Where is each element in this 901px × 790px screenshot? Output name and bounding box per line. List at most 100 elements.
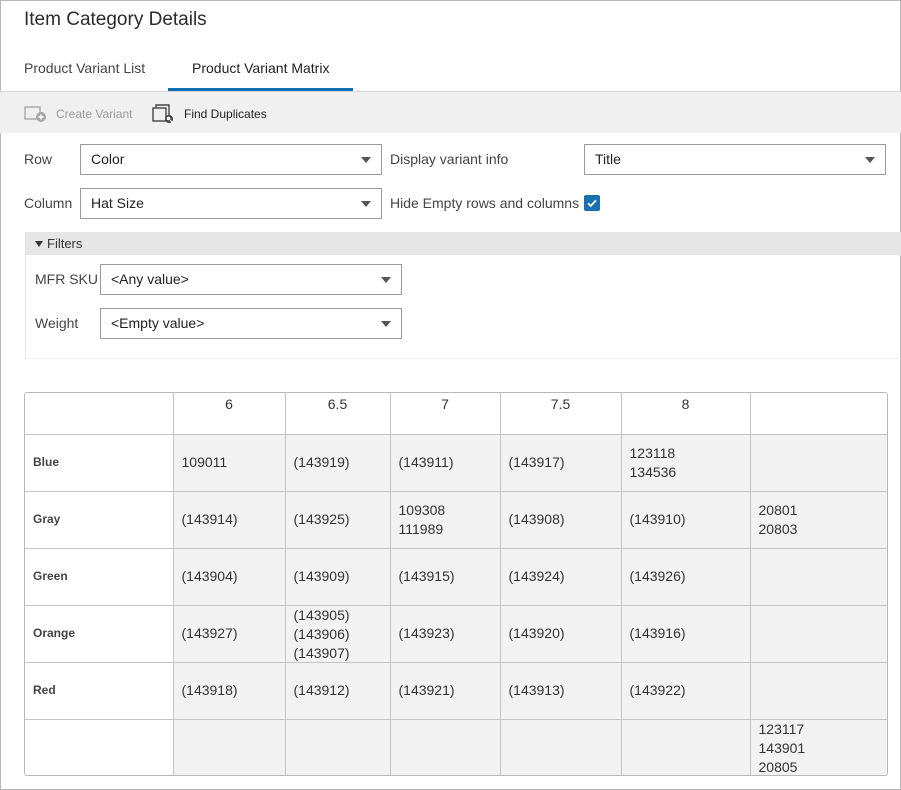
matrix-cell[interactable]: 123117 143901 20805 (749, 718, 888, 775)
matrix-cell[interactable]: (143925) (284, 490, 391, 549)
chevron-down-icon (865, 157, 875, 163)
matrix-row-label: Gray (25, 490, 174, 549)
matrix-cell[interactable] (389, 718, 501, 775)
variant-id[interactable]: (143908) (509, 510, 621, 529)
variant-id[interactable]: 143901 (759, 739, 888, 758)
checkmark-icon (587, 199, 597, 208)
variant-id[interactable]: (143911) (399, 453, 500, 472)
matrix-cell[interactable] (172, 718, 286, 775)
matrix-cell[interactable]: (143920) (499, 604, 622, 663)
matrix-row: Green (143904) (143909) (143915) (143924) (14… (25, 547, 887, 606)
variant-id[interactable]: 109308 (399, 501, 500, 520)
matrix-cell[interactable]: (143927) (172, 604, 286, 663)
matrix-cell[interactable]: (143914) (172, 490, 286, 549)
variant-id[interactable]: 111989 (399, 520, 500, 539)
matrix-cell[interactable] (749, 547, 887, 606)
variant-id[interactable]: (143925) (294, 510, 390, 529)
variant-id[interactable]: 20803 (759, 520, 888, 539)
variant-id[interactable]: (143914) (182, 510, 285, 529)
matrix-cell[interactable]: (143921) (389, 661, 501, 720)
matrix-cell[interactable] (749, 661, 887, 720)
matrix-cell[interactable]: (143917) (499, 433, 622, 492)
matrix-cell-values: (143912) (294, 681, 390, 700)
variant-id[interactable]: (143922) (630, 681, 750, 700)
variant-id[interactable]: (143907) (294, 644, 390, 662)
variant-id[interactable]: (143916) (630, 624, 750, 643)
matrix-cell-values: 123117 143901 20805 (759, 720, 888, 775)
matrix-cell[interactable]: (143916) (620, 604, 751, 663)
variant-id[interactable]: (143910) (630, 510, 750, 529)
matrix-cell[interactable]: (143919) (284, 433, 391, 492)
variant-id[interactable]: (143912) (294, 681, 390, 700)
matrix-cell[interactable]: (143915) (389, 547, 501, 606)
create-variant-icon (24, 106, 46, 122)
matrix-row-label: Blue (25, 433, 174, 492)
variant-id[interactable]: 123117 (759, 720, 888, 739)
matrix-cell-values: (143916) (630, 624, 750, 643)
matrix-cell-values: (143909) (294, 567, 390, 586)
matrix-cell[interactable] (620, 718, 751, 775)
matrix-row: Red (143918) (143912) (143921) (143913) (1439… (25, 661, 887, 720)
matrix-cell[interactable]: (143926) (620, 547, 751, 606)
variant-id[interactable]: (143921) (399, 681, 500, 700)
tab-product-variant-matrix[interactable]: Product Variant Matrix (168, 48, 354, 91)
variant-id[interactable]: (143918) (182, 681, 285, 700)
matrix-cell[interactable]: (143909) (284, 547, 391, 606)
matrix-cell[interactable] (284, 718, 391, 775)
variant-id[interactable]: (143905) (294, 606, 390, 625)
matrix-cell[interactable]: (143911) (389, 433, 501, 492)
hide-empty-checkbox[interactable] (584, 195, 600, 211)
display-variant-info-select[interactable]: Title (584, 144, 886, 175)
variant-id[interactable]: (143919) (294, 453, 390, 472)
matrix-cell[interactable]: (143910) (620, 490, 751, 549)
variant-id[interactable]: 134536 (630, 463, 750, 482)
matrix-cell[interactable]: (143924) (499, 547, 622, 606)
variant-id[interactable]: (143927) (182, 624, 285, 643)
matrix-cell[interactable]: (143913) (499, 661, 622, 720)
variant-id[interactable]: (143904) (182, 567, 285, 586)
weight-select[interactable]: <Empty value> (100, 308, 402, 339)
variant-id[interactable]: (143915) (399, 567, 500, 586)
matrix-cell[interactable]: 109011 (172, 433, 286, 492)
matrix-row: Blue 109011 (143919) (143911) (143917) 123118… (25, 433, 887, 492)
variant-id[interactable]: (143913) (509, 681, 621, 700)
matrix-cell[interactable]: (143908) (499, 490, 622, 549)
mfr-sku-select[interactable]: <Any value> (100, 264, 402, 295)
tab-product-variant-list[interactable]: Product Variant List (0, 48, 169, 91)
matrix-cell[interactable]: (143912) (284, 661, 391, 720)
variant-id[interactable]: (143920) (509, 624, 621, 643)
matrix-cell-values: 123118 134536 (630, 444, 750, 482)
variant-id[interactable]: (143926) (630, 567, 750, 586)
column-select-value: Hat Size (91, 195, 144, 211)
column-select[interactable]: Hat Size (80, 188, 382, 219)
filters-toggle[interactable]: Filters (25, 232, 901, 255)
matrix-cell-values: (143915) (399, 567, 500, 586)
variant-id[interactable]: 20801 (759, 501, 888, 520)
find-duplicates-button[interactable]: Find Duplicates (152, 103, 267, 125)
variant-id[interactable]: (143923) (399, 624, 500, 643)
column-label: Column (24, 195, 73, 211)
matrix-row-label: Red (25, 661, 174, 720)
variant-id[interactable]: (143924) (509, 567, 621, 586)
variant-id[interactable]: (143917) (509, 453, 621, 472)
variant-id[interactable]: (143909) (294, 567, 390, 586)
matrix-cell[interactable]: (143918) (172, 661, 286, 720)
matrix-cell[interactable] (749, 604, 887, 663)
matrix-cell[interactable]: (143922) (620, 661, 751, 720)
matrix-cell[interactable]: (143904) (172, 547, 286, 606)
row-select[interactable]: Color (80, 144, 382, 175)
variant-id[interactable]: 109011 (182, 453, 285, 472)
matrix-cell[interactable]: 123118 134536 (620, 433, 751, 492)
variant-id[interactable]: 20805 (759, 758, 888, 775)
matrix-cell[interactable]: 109308 111989 (389, 490, 501, 549)
matrix-cell[interactable] (749, 433, 887, 492)
matrix-cell[interactable] (499, 718, 622, 775)
matrix-cell[interactable]: (143905) (143906) (143907) (284, 604, 391, 663)
create-variant-button[interactable]: Create Variant (24, 103, 132, 125)
matrix-cell-values: (143905) (143906) (143907) (294, 606, 390, 662)
matrix-cell[interactable]: 20801 20803 (749, 490, 888, 549)
matrix-cell[interactable]: (143923) (389, 604, 501, 663)
matrix-row: Orange (143927) (143905) (143906) (143907) (1… (25, 604, 887, 663)
variant-id[interactable]: (143906) (294, 625, 390, 644)
variant-id[interactable]: 123118 (630, 444, 750, 463)
